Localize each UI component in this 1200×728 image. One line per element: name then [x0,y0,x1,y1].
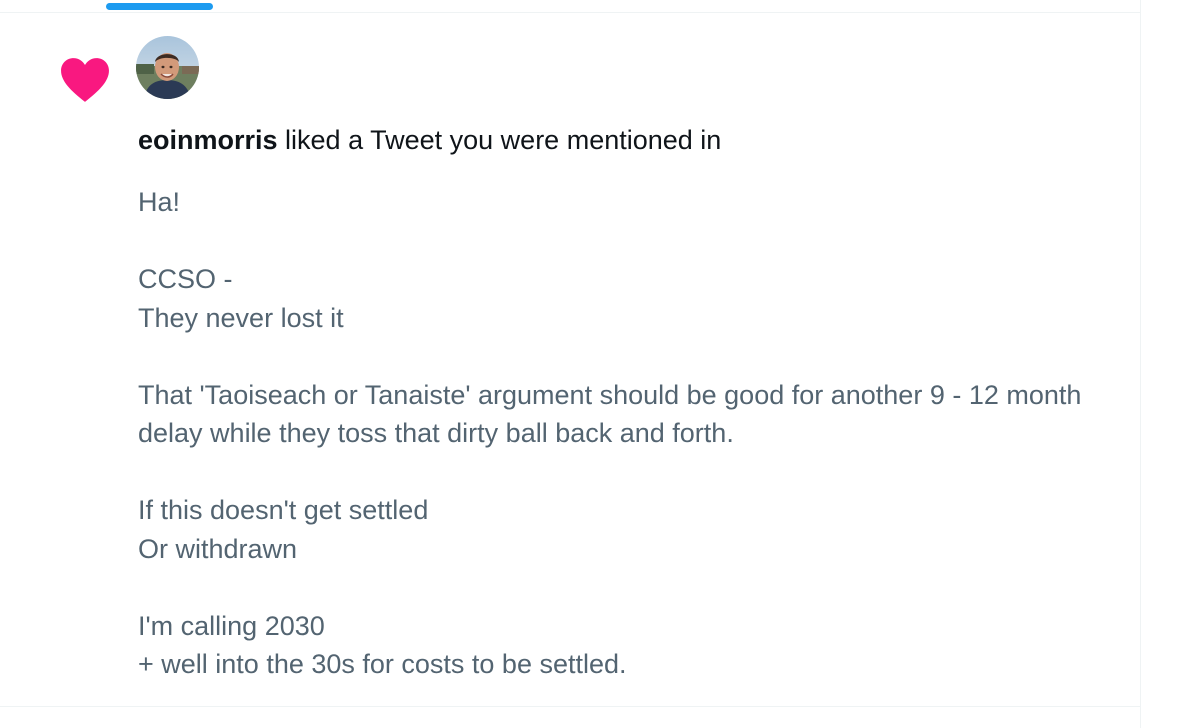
notifications-page: eoinmorris liked a Tweet you were mentio… [0,0,1200,728]
right-sidebar [1141,0,1200,728]
notification-headline: eoinmorris liked a Tweet you were mentio… [138,123,721,157]
like-notification[interactable]: eoinmorris liked a Tweet you were mentio… [0,13,1140,706]
avatar[interactable] [136,36,199,99]
active-tab-indicator [106,3,213,10]
tweet-text[interactable]: Ha! CCSO - They never lost it That 'Taoi… [138,183,1118,684]
heart-icon [61,58,109,102]
user-name-link[interactable]: eoinmorris [138,125,278,155]
divider [0,706,1140,707]
user-avatar-image [136,36,199,99]
notification-action-text: liked a Tweet you were mentioned in [277,125,722,155]
